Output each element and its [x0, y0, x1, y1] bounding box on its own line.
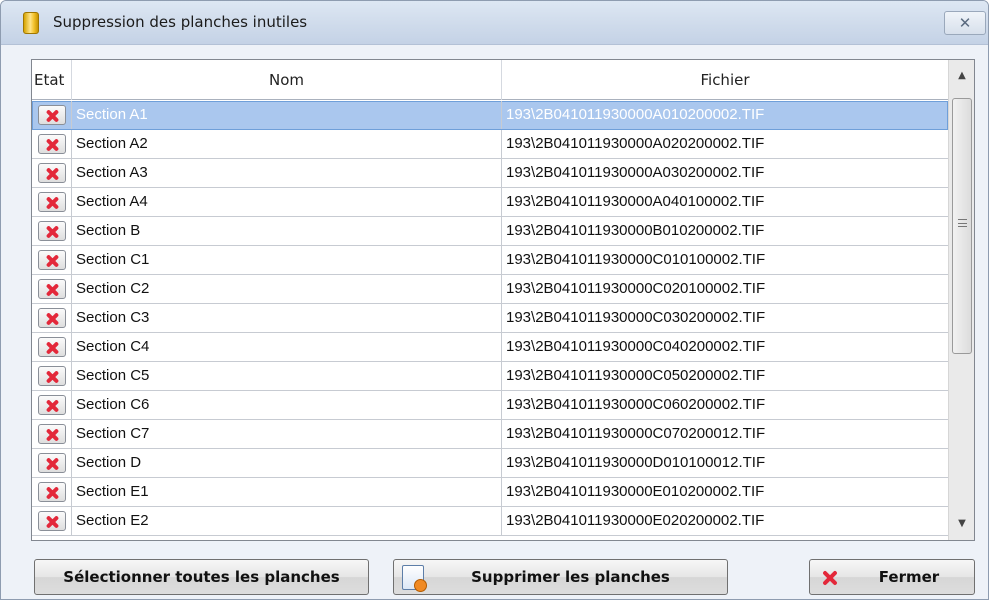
delete-x-icon[interactable]	[38, 134, 66, 154]
scroll-thumb[interactable]	[952, 98, 972, 354]
select-all-button[interactable]: Sélectionner toutes les planches	[34, 559, 369, 595]
nom-cell: Section C5	[72, 362, 502, 390]
column-header-etat[interactable]: Etat	[32, 60, 72, 100]
fichier-cell: 193\2B041011930000C020100002.TIF	[506, 280, 766, 297]
fichier-cell: 193\2B041011930000A020200002.TIF	[506, 135, 765, 152]
nom-cell: Section B	[72, 217, 502, 245]
column-header-fichier[interactable]: Fichier	[502, 60, 948, 100]
table-row[interactable]: Section C6 193\2B041011930000C060200002.T…	[32, 391, 948, 420]
table-row[interactable]: Section A4 193\2B041011930000A040100002.T…	[32, 188, 948, 217]
table-row[interactable]: Section A1 193\2B041011930000A010200002.T…	[32, 101, 948, 130]
delete-x-icon[interactable]	[38, 482, 66, 502]
fichier-cell: 193\2B041011930000C010100002.TIF	[506, 251, 766, 268]
document-delete-icon	[402, 565, 427, 592]
scroll-up-arrow-icon[interactable]: ▲	[949, 60, 974, 92]
table-row[interactable]: Section C5 193\2B041011930000C050200002.T…	[32, 362, 948, 391]
table-row[interactable]: Section A2 193\2B041011930000A020200002.T…	[32, 130, 948, 159]
etat-cell	[32, 449, 72, 477]
fichier-cell: 193\2B041011930000C040200002.TIF	[506, 338, 766, 355]
grip-icon	[958, 219, 967, 227]
fichier-cell: 193\2B041011930000A030200002.TIF	[506, 164, 765, 181]
table-header: Etat Nom Fichier	[32, 60, 948, 100]
scroll-down-arrow-icon[interactable]: ▼	[949, 508, 974, 540]
etat-cell	[32, 507, 72, 535]
fichier-cell: 193\2B041011930000C050200002.TIF	[506, 367, 766, 384]
etat-cell	[32, 159, 72, 187]
nom-cell: Section C1	[72, 246, 502, 274]
nom-cell: Section A3	[72, 159, 502, 187]
nom-cell: Section C7	[72, 420, 502, 448]
table-row[interactable]: Section C1 193\2B041011930000C010100002.T…	[32, 246, 948, 275]
table-row[interactable]: Section C2 193\2B041011930000C020100002.T…	[32, 275, 948, 304]
fichier-cell: 193\2B041011930000A040100002.TIF	[506, 193, 765, 210]
column-header-nom[interactable]: Nom	[72, 60, 502, 100]
delete-x-icon[interactable]	[38, 192, 66, 212]
etat-cell	[32, 246, 72, 274]
fichier-cell: 193\2B041011930000C070200012.TIF	[506, 425, 766, 442]
nom-cell: Section A2	[72, 130, 502, 158]
table-body: Section A1 193\2B041011930000A010200002.T…	[32, 101, 948, 536]
close-button[interactable]: Fermer	[809, 559, 975, 595]
fichier-cell: 193\2B041011930000E010200002.TIF	[506, 483, 765, 500]
fichier-cell: 193\2B041011930000B010200002.TIF	[506, 222, 765, 239]
table-row[interactable]: Section D 193\2B041011930000D010100012.TI…	[32, 449, 948, 478]
delete-x-icon[interactable]	[38, 366, 66, 386]
nom-cell: Section C2	[72, 275, 502, 303]
etat-cell	[32, 362, 72, 390]
nom-cell: Section C4	[72, 333, 502, 361]
etat-cell	[32, 304, 72, 332]
table-row[interactable]: Section C3 193\2B041011930000C030200002.T…	[32, 304, 948, 333]
select-all-label: Sélectionner toutes les planches	[63, 568, 340, 586]
table-row[interactable]: Section A3 193\2B041011930000A030200002.T…	[32, 159, 948, 188]
delete-x-icon[interactable]	[38, 250, 66, 270]
delete-button[interactable]: Supprimer les planches	[393, 559, 728, 595]
etat-cell	[32, 391, 72, 419]
title-bar[interactable]: Suppression des planches inutiles ✕	[1, 1, 988, 45]
fichier-cell: 193\2B041011930000A010200002.TIF	[506, 106, 765, 123]
close-window-button[interactable]: ✕	[944, 11, 986, 35]
etat-cell	[32, 130, 72, 158]
delete-x-icon[interactable]	[38, 453, 66, 473]
delete-x-icon[interactable]	[38, 105, 66, 125]
table-row[interactable]: Section E2 193\2B041011930000E020200002.T…	[32, 507, 948, 536]
nom-cell: Section E2	[72, 507, 502, 535]
table-row[interactable]: Section C7 193\2B041011930000C070200012.T…	[32, 420, 948, 449]
etat-cell	[32, 420, 72, 448]
dialog-window: Suppression des planches inutiles ✕ Etat…	[0, 0, 989, 600]
vertical-scrollbar[interactable]: ▲ ▼	[948, 60, 974, 540]
planches-table: Etat Nom Fichier Section A1 193\2B0410119…	[31, 59, 975, 541]
delete-x-icon[interactable]	[38, 395, 66, 415]
delete-x-icon[interactable]	[38, 511, 66, 531]
fichier-cell: 193\2B041011930000C060200002.TIF	[506, 396, 766, 413]
table-row[interactable]: Section B 193\2B041011930000B010200002.TI…	[32, 217, 948, 246]
table-row[interactable]: Section E1 193\2B041011930000E010200002.T…	[32, 478, 948, 507]
nom-cell: Section C3	[72, 304, 502, 332]
delete-x-icon[interactable]	[38, 163, 66, 183]
delete-label: Supprimer les planches	[471, 568, 670, 586]
delete-x-icon[interactable]	[38, 424, 66, 444]
etat-cell	[32, 101, 72, 129]
nom-cell: Section C6	[72, 391, 502, 419]
folder-icon	[23, 12, 39, 34]
close-x-icon	[820, 568, 840, 588]
delete-x-icon[interactable]	[38, 337, 66, 357]
etat-cell	[32, 478, 72, 506]
nom-cell: Section A4	[72, 188, 502, 216]
table-row[interactable]: Section C4 193\2B041011930000C040200002.T…	[32, 333, 948, 362]
etat-cell	[32, 333, 72, 361]
nom-cell: Section D	[72, 449, 502, 477]
fichier-cell: 193\2B041011930000D010100012.TIF	[506, 454, 766, 471]
etat-cell	[32, 275, 72, 303]
fichier-cell: 193\2B041011930000E020200002.TIF	[506, 512, 765, 529]
window-title: Suppression des planches inutiles	[53, 13, 308, 31]
delete-x-icon[interactable]	[38, 308, 66, 328]
etat-cell	[32, 217, 72, 245]
delete-x-icon[interactable]	[38, 221, 66, 241]
delete-x-icon[interactable]	[38, 279, 66, 299]
close-label: Fermer	[878, 568, 940, 586]
nom-cell: Section E1	[72, 478, 502, 506]
etat-cell	[32, 188, 72, 216]
fichier-cell: 193\2B041011930000C030200002.TIF	[506, 309, 766, 326]
nom-cell: Section A1	[72, 101, 502, 129]
